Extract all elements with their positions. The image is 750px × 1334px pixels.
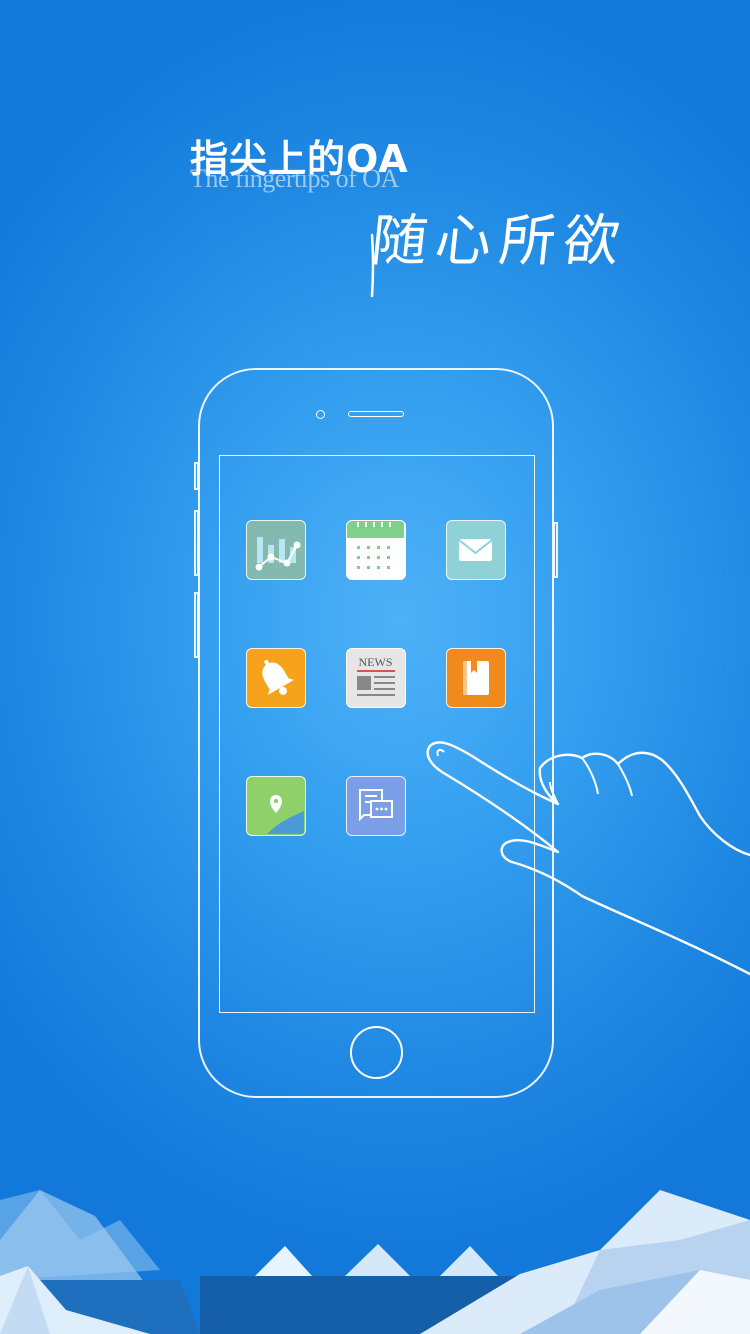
chart-app-icon[interactable] xyxy=(246,520,306,580)
news-badge-text: NEWS xyxy=(359,655,393,669)
phone-camera xyxy=(316,410,325,419)
slogan: 随心所欲 xyxy=(368,209,631,274)
phone-volume-down xyxy=(194,592,199,658)
phone-mute-switch xyxy=(194,462,199,490)
bell-app-icon[interactable] xyxy=(246,648,306,708)
hand-outline-illustration xyxy=(426,741,750,976)
phone-power-button xyxy=(553,522,558,578)
phone-speaker xyxy=(348,411,404,417)
phone-home-button[interactable] xyxy=(350,1026,403,1079)
chat-app-icon[interactable] xyxy=(346,776,406,836)
phone-volume-up xyxy=(194,510,199,576)
mail-app-icon[interactable] xyxy=(446,520,506,580)
mountain-landscape-decoration xyxy=(0,1190,750,1334)
subline: The fingertips of OA xyxy=(190,164,399,193)
map-app-icon[interactable] xyxy=(246,776,306,836)
slogan-stroke-decoration xyxy=(370,233,375,298)
calendar-app-icon[interactable] xyxy=(346,520,406,580)
book-app-icon[interactable] xyxy=(446,648,506,708)
news-app-icon[interactable]: NEWS xyxy=(346,648,406,708)
